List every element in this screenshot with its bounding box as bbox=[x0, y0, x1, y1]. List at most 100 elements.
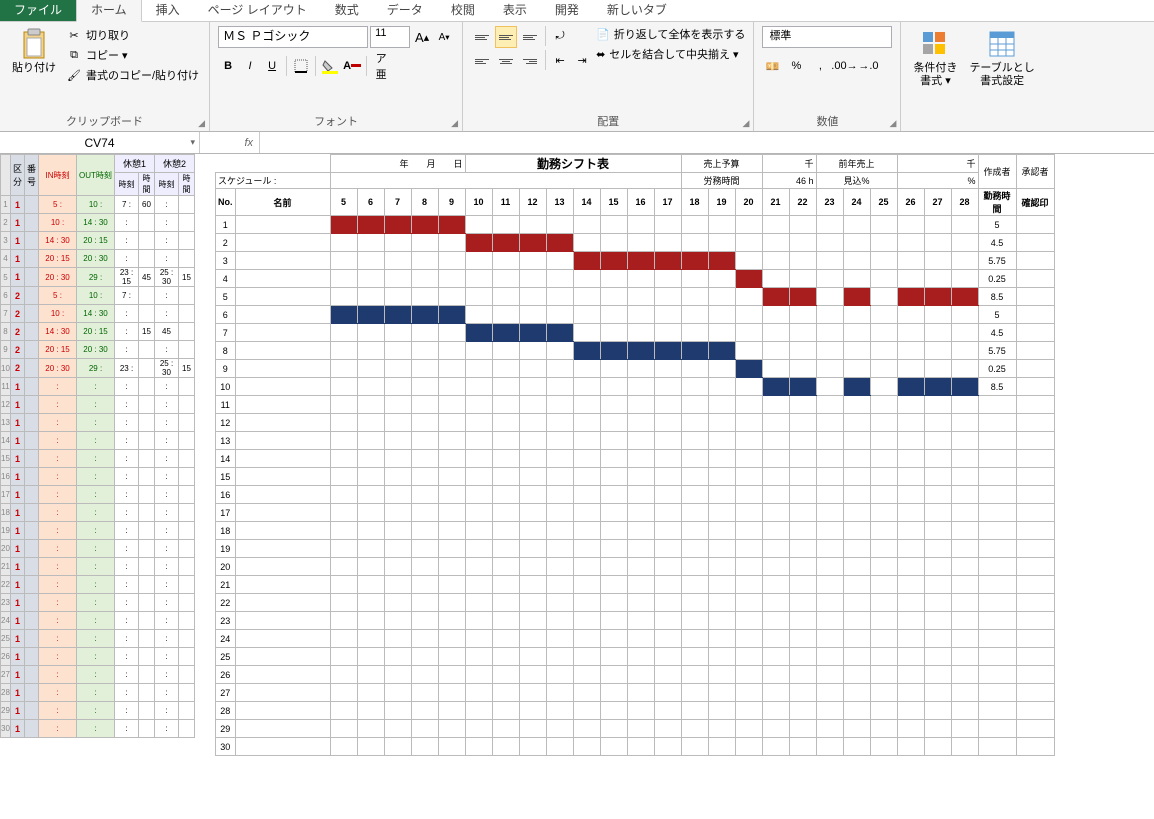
shift-row[interactable]: 18 bbox=[216, 522, 1055, 540]
left-row[interactable]: 171:::: bbox=[1, 486, 195, 504]
italic-button[interactable]: I bbox=[240, 56, 260, 76]
left-row[interactable]: 271:::: bbox=[1, 666, 195, 684]
left-row[interactable]: 231:::: bbox=[1, 594, 195, 612]
worksheet[interactable]: 区分番号IN時刻OUT時刻休憩1休憩2時刻時間時刻時間115 :10 :7 :6… bbox=[0, 154, 1154, 819]
underline-button[interactable]: U bbox=[262, 56, 282, 76]
phonetic-button[interactable]: ア亜 bbox=[371, 56, 391, 76]
shift-row[interactable]: 21 bbox=[216, 576, 1055, 594]
format-painter-button[interactable]: 🖌書式のコピー/貼り付け bbox=[64, 66, 201, 84]
shift-row[interactable]: 26 bbox=[216, 666, 1055, 684]
merge-center-button[interactable]: ⬌セルを結合して中央揃え ▾ bbox=[596, 46, 745, 62]
left-row[interactable]: 111:::: bbox=[1, 378, 195, 396]
shift-row[interactable]: 19 bbox=[216, 540, 1055, 558]
shift-row[interactable]: 23 bbox=[216, 612, 1055, 630]
left-row[interactable]: 281:::: bbox=[1, 684, 195, 702]
tab-校閲[interactable]: 校閲 bbox=[437, 0, 489, 21]
left-row[interactable]: 191:::: bbox=[1, 522, 195, 540]
orientation-button[interactable]: ⤾ bbox=[550, 26, 570, 46]
font-color-button[interactable]: A bbox=[342, 56, 362, 76]
left-row[interactable]: 241:::: bbox=[1, 612, 195, 630]
shift-row[interactable]: 35.75 bbox=[216, 252, 1055, 270]
shift-row[interactable]: 14 bbox=[216, 450, 1055, 468]
fx-button[interactable]: fx bbox=[200, 132, 260, 153]
shift-row[interactable]: 40.25 bbox=[216, 270, 1055, 288]
tab-数式[interactable]: 数式 bbox=[321, 0, 373, 21]
conditional-format-button[interactable]: 条件付き 書式 ▾ bbox=[909, 26, 961, 90]
indent-increase-button[interactable]: ⇥ bbox=[572, 50, 592, 70]
left-row[interactable]: 131:::: bbox=[1, 414, 195, 432]
left-row[interactable]: 7210 :14 : 30:: bbox=[1, 305, 195, 323]
shift-row[interactable]: 27 bbox=[216, 684, 1055, 702]
font-name-select[interactable]: ＭＳ Ｐゴシック bbox=[218, 26, 368, 48]
number-format-select[interactable]: 標準 bbox=[762, 26, 892, 48]
tab-ファイル[interactable]: ファイル bbox=[0, 0, 76, 21]
left-row[interactable]: 141:::: bbox=[1, 432, 195, 450]
align-center-button[interactable] bbox=[495, 50, 517, 72]
shift-row[interactable]: 20 bbox=[216, 558, 1055, 576]
launcher-icon[interactable]: ◢ bbox=[451, 118, 458, 129]
shift-row[interactable]: 15 bbox=[216, 468, 1055, 486]
comma-button[interactable]: , bbox=[810, 56, 830, 76]
align-middle-button[interactable] bbox=[495, 26, 517, 48]
grow-font-button[interactable]: A▴ bbox=[412, 27, 432, 47]
left-row[interactable]: 3114 : 3020 : 15:: bbox=[1, 232, 195, 250]
align-top-button[interactable] bbox=[471, 26, 493, 48]
name-box[interactable]: CV74 bbox=[0, 132, 200, 153]
formula-input[interactable] bbox=[260, 132, 1154, 153]
fill-color-button[interactable] bbox=[320, 56, 340, 76]
shift-row[interactable]: 58.5 bbox=[216, 288, 1055, 306]
tab-表示[interactable]: 表示 bbox=[489, 0, 541, 21]
tab-ページ レイアウト[interactable]: ページ レイアウト bbox=[194, 0, 321, 21]
shift-row[interactable]: 13 bbox=[216, 432, 1055, 450]
left-row[interactable]: 2110 :14 : 30:: bbox=[1, 214, 195, 232]
indent-decrease-button[interactable]: ⇤ bbox=[550, 50, 570, 70]
font-size-select[interactable]: 11 bbox=[370, 26, 410, 48]
shift-row[interactable]: 65 bbox=[216, 306, 1055, 324]
shift-row[interactable]: 12 bbox=[216, 414, 1055, 432]
left-row[interactable]: 10220 : 3029 :23 :25 : 3015 bbox=[1, 359, 195, 378]
left-row[interactable]: 221:::: bbox=[1, 576, 195, 594]
left-row[interactable]: 4120 : 1520 : 30:: bbox=[1, 250, 195, 268]
shift-row[interactable]: 74.5 bbox=[216, 324, 1055, 342]
wrap-text-button[interactable]: 📄折り返して全体を表示する bbox=[596, 26, 745, 42]
align-right-button[interactable] bbox=[519, 50, 541, 72]
align-left-button[interactable] bbox=[471, 50, 493, 72]
left-row[interactable]: 161:::: bbox=[1, 468, 195, 486]
left-row[interactable]: 9220 : 1520 : 30:: bbox=[1, 341, 195, 359]
percent-button[interactable]: % bbox=[786, 56, 806, 76]
shift-row[interactable]: 29 bbox=[216, 720, 1055, 738]
shift-row[interactable]: 30 bbox=[216, 738, 1055, 756]
tab-開発[interactable]: 開発 bbox=[541, 0, 593, 21]
left-row[interactable]: 251:::: bbox=[1, 630, 195, 648]
paste-button[interactable]: 貼り付け bbox=[8, 26, 60, 77]
shift-row[interactable]: 24 bbox=[216, 630, 1055, 648]
left-row[interactable]: 211:::: bbox=[1, 558, 195, 576]
decrease-decimal-button[interactable]: →.0 bbox=[858, 56, 878, 76]
left-row[interactable]: 201:::: bbox=[1, 540, 195, 558]
shift-row[interactable]: 11 bbox=[216, 396, 1055, 414]
bold-button[interactable]: B bbox=[218, 56, 238, 76]
left-row[interactable]: 181:::: bbox=[1, 504, 195, 522]
shift-row[interactable]: 16 bbox=[216, 486, 1055, 504]
left-row[interactable]: 8214 : 3020 : 15:1545 bbox=[1, 323, 195, 341]
format-table-button[interactable]: テーブルとし 書式設定 bbox=[965, 26, 1038, 90]
align-bottom-button[interactable] bbox=[519, 26, 541, 48]
left-row[interactable]: 121:::: bbox=[1, 396, 195, 414]
left-row[interactable]: 115 :10 :7 :60: bbox=[1, 196, 195, 214]
shift-row[interactable]: 108.5 bbox=[216, 378, 1055, 396]
left-row[interactable]: 291:::: bbox=[1, 702, 195, 720]
left-row[interactable]: 301:::: bbox=[1, 720, 195, 738]
left-row[interactable]: 5120 : 3029 :23 : 154525 : 3015 bbox=[1, 268, 195, 287]
left-row[interactable]: 261:::: bbox=[1, 648, 195, 666]
increase-decimal-button[interactable]: .00→ bbox=[834, 56, 854, 76]
shift-row[interactable]: 25 bbox=[216, 648, 1055, 666]
border-button[interactable] bbox=[291, 56, 311, 76]
shift-row[interactable]: 85.75 bbox=[216, 342, 1055, 360]
shift-row[interactable]: 28 bbox=[216, 702, 1055, 720]
left-row[interactable]: 151:::: bbox=[1, 450, 195, 468]
tab-新しいタブ[interactable]: 新しいタブ bbox=[593, 0, 681, 21]
launcher-icon[interactable]: ◢ bbox=[890, 118, 897, 129]
shift-row[interactable]: 15 bbox=[216, 216, 1055, 234]
left-row[interactable]: 625 :10 :7 :: bbox=[1, 287, 195, 305]
shift-row[interactable]: 24.5 bbox=[216, 234, 1055, 252]
